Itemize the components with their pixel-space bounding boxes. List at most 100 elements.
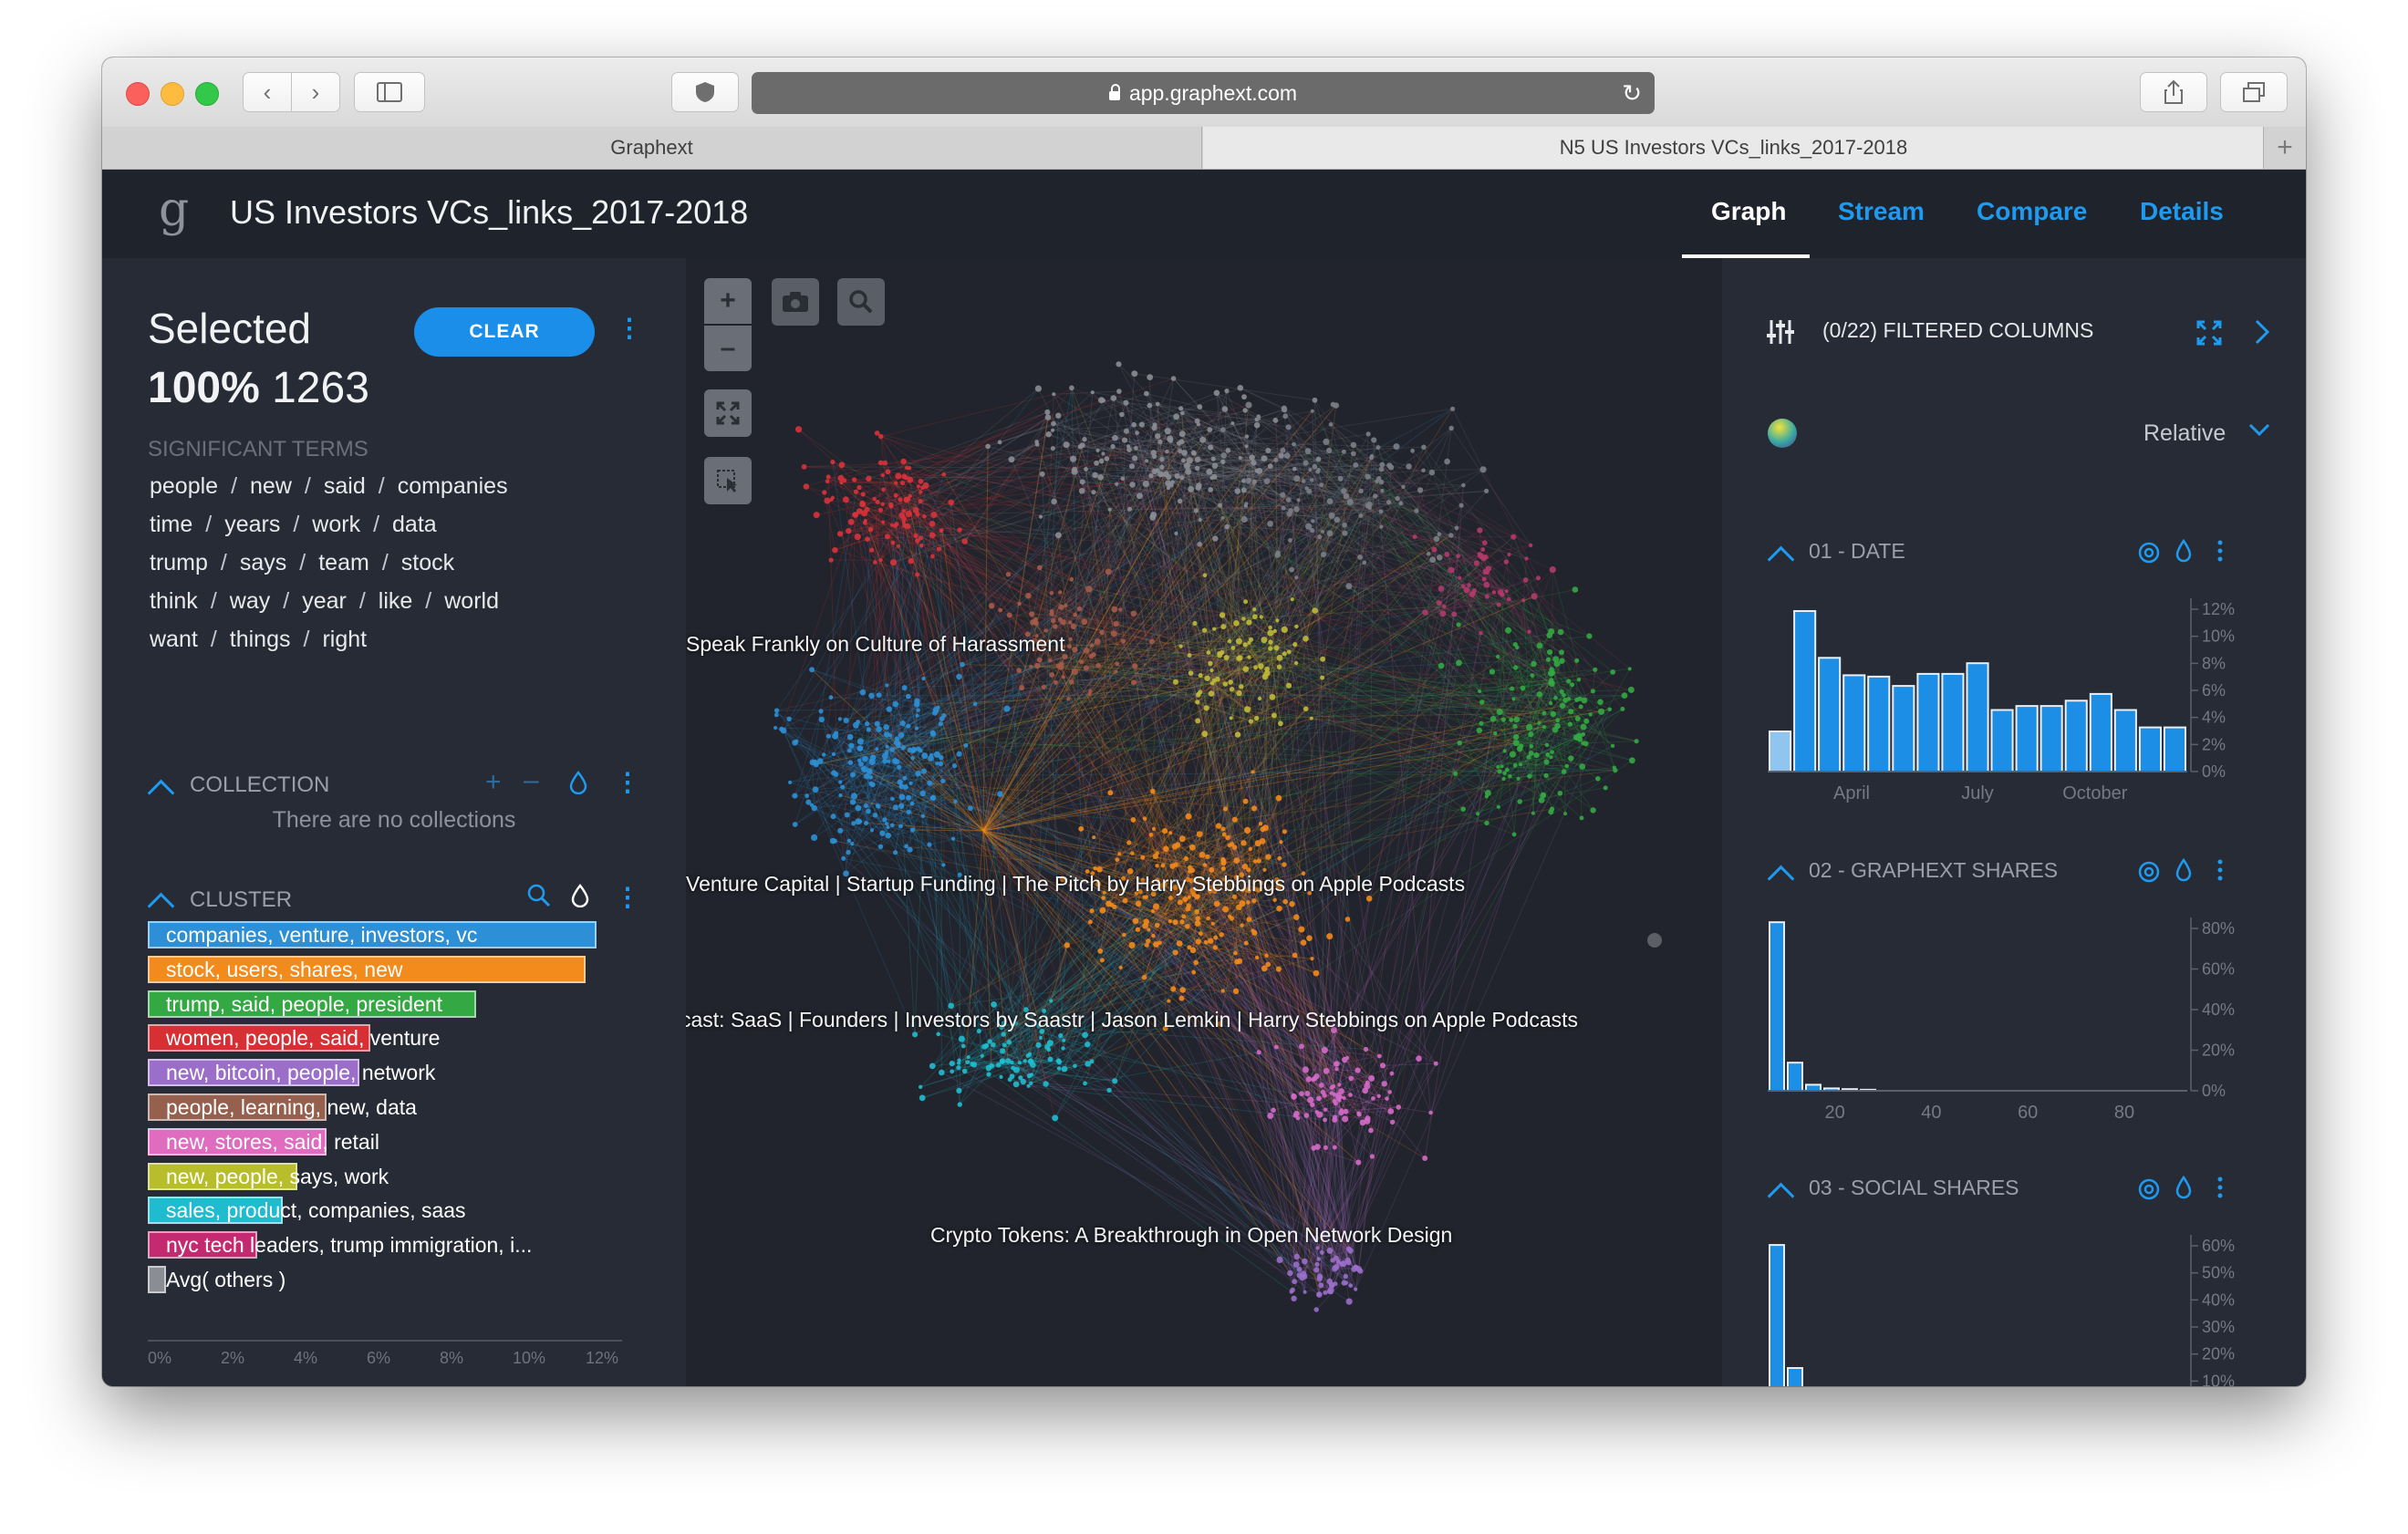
graphext-logo[interactable]: g xyxy=(159,182,189,237)
graph-node[interactable] xyxy=(1437,532,1442,536)
graph-node[interactable] xyxy=(1217,652,1223,658)
graph-node[interactable] xyxy=(1107,790,1114,796)
graph-node[interactable] xyxy=(960,1043,966,1049)
graph-node[interactable] xyxy=(1179,919,1185,925)
graph-node[interactable] xyxy=(1165,480,1171,487)
graph-node[interactable] xyxy=(1507,552,1511,557)
graph-node[interactable] xyxy=(1085,1042,1091,1048)
graph-node[interactable] xyxy=(1620,706,1625,711)
graph-node[interactable] xyxy=(1516,776,1521,781)
graph-node[interactable] xyxy=(1242,408,1248,413)
graph-node[interactable] xyxy=(1548,627,1555,635)
graph-node[interactable] xyxy=(1368,1074,1375,1082)
graph-node[interactable] xyxy=(897,764,902,770)
graph-node[interactable] xyxy=(1365,503,1371,509)
graph-node[interactable] xyxy=(1259,615,1263,619)
graph-node[interactable] xyxy=(1091,652,1096,658)
graph-node[interactable] xyxy=(825,479,830,484)
graph-node[interactable] xyxy=(1210,921,1215,926)
graph-node[interactable] xyxy=(1046,1040,1054,1047)
graph-node[interactable] xyxy=(1340,1260,1347,1268)
graph-node[interactable] xyxy=(1281,405,1287,411)
graph-node[interactable] xyxy=(1212,535,1219,542)
graph-node[interactable] xyxy=(901,685,908,691)
graph-node[interactable] xyxy=(1204,675,1210,681)
graph-node[interactable] xyxy=(1152,422,1157,428)
graph-node[interactable] xyxy=(1227,638,1232,644)
graph-node[interactable] xyxy=(1477,527,1483,534)
graph-node[interactable] xyxy=(1168,919,1172,924)
graph-node[interactable] xyxy=(1311,1145,1317,1151)
graph-node[interactable] xyxy=(1094,460,1099,466)
graph-node[interactable] xyxy=(1035,1042,1042,1048)
graph-node[interactable] xyxy=(881,520,886,524)
graph-node[interactable] xyxy=(1026,1083,1031,1088)
graph-node[interactable] xyxy=(1150,788,1156,794)
cluster-row[interactable]: sales, product, companies, saas xyxy=(148,1197,695,1225)
graph-node[interactable] xyxy=(1267,1113,1274,1119)
graph-node[interactable] xyxy=(1207,427,1213,432)
graph-node[interactable] xyxy=(875,803,880,809)
graph-node[interactable] xyxy=(1141,974,1147,980)
graph-node[interactable] xyxy=(1323,1117,1327,1123)
graph-node[interactable] xyxy=(1310,527,1315,534)
graph-node[interactable] xyxy=(888,502,894,508)
graph-node[interactable] xyxy=(1321,529,1324,534)
graph-node[interactable] xyxy=(1166,485,1171,491)
address-bar[interactable]: app.graphext.com ↻ xyxy=(752,72,1655,114)
graph-node[interactable] xyxy=(1237,385,1244,391)
graph-node[interactable] xyxy=(1163,845,1169,853)
graph-node[interactable] xyxy=(906,723,911,729)
graph-node[interactable] xyxy=(1433,535,1440,543)
graph-node[interactable] xyxy=(1092,472,1098,479)
graph-node[interactable] xyxy=(1422,609,1428,616)
graph-node[interactable] xyxy=(885,683,889,688)
graph-node[interactable] xyxy=(894,481,898,485)
graph-node[interactable] xyxy=(865,536,870,542)
graph-node[interactable] xyxy=(914,726,919,731)
graph-node[interactable] xyxy=(1387,1108,1395,1114)
graph-node[interactable] xyxy=(1484,594,1489,599)
significant-term[interactable]: right xyxy=(322,627,367,652)
graph-node[interactable] xyxy=(916,484,920,489)
graph-node[interactable] xyxy=(1220,865,1226,871)
graph-node[interactable] xyxy=(1069,679,1074,685)
graph-node[interactable] xyxy=(1221,406,1229,412)
tab-details[interactable]: Details xyxy=(2140,197,2224,226)
graph-node[interactable] xyxy=(1257,696,1262,701)
graph-node[interactable] xyxy=(1433,1061,1438,1066)
graph-node[interactable] xyxy=(1544,742,1550,748)
graph-node[interactable] xyxy=(890,540,896,545)
graph-node[interactable] xyxy=(1319,482,1324,488)
graph-node[interactable] xyxy=(873,560,877,565)
histogram-bar[interactable] xyxy=(1787,1062,1803,1092)
histogram-bar[interactable] xyxy=(2015,705,2039,772)
graph-node[interactable] xyxy=(1251,898,1257,904)
graph-node[interactable] xyxy=(1549,755,1553,760)
tabs-overview-button[interactable] xyxy=(2220,72,2288,112)
histogram-bar[interactable] xyxy=(1966,662,1989,772)
cluster-row[interactable]: companies, venture, investors, vc xyxy=(148,921,695,948)
graph-node[interactable] xyxy=(1480,547,1486,552)
graph-node[interactable] xyxy=(1463,586,1470,594)
cluster-row[interactable]: new, bitcoin, people, network xyxy=(148,1059,695,1087)
graph-node[interactable] xyxy=(1147,402,1153,409)
graph-node[interactable] xyxy=(1203,705,1209,711)
graph-node[interactable] xyxy=(1479,466,1487,473)
graph-node[interactable] xyxy=(988,603,995,609)
graph-node[interactable] xyxy=(1380,488,1385,493)
graph-node[interactable] xyxy=(949,1061,955,1067)
graph-node[interactable] xyxy=(915,572,920,577)
graph-node[interactable] xyxy=(1304,1091,1311,1097)
graph-node[interactable] xyxy=(885,822,889,826)
graph-node[interactable] xyxy=(1647,933,1662,948)
graph-node[interactable] xyxy=(1045,431,1052,438)
graph-node[interactable] xyxy=(1128,941,1136,948)
graph-node[interactable] xyxy=(1060,619,1066,626)
graph-node[interactable] xyxy=(1373,493,1378,499)
graph-node[interactable] xyxy=(1132,663,1138,669)
graph-node[interactable] xyxy=(1212,627,1217,631)
graph-node[interactable] xyxy=(862,755,868,762)
graph-node[interactable] xyxy=(1223,806,1228,812)
graph-node[interactable] xyxy=(1421,444,1427,451)
